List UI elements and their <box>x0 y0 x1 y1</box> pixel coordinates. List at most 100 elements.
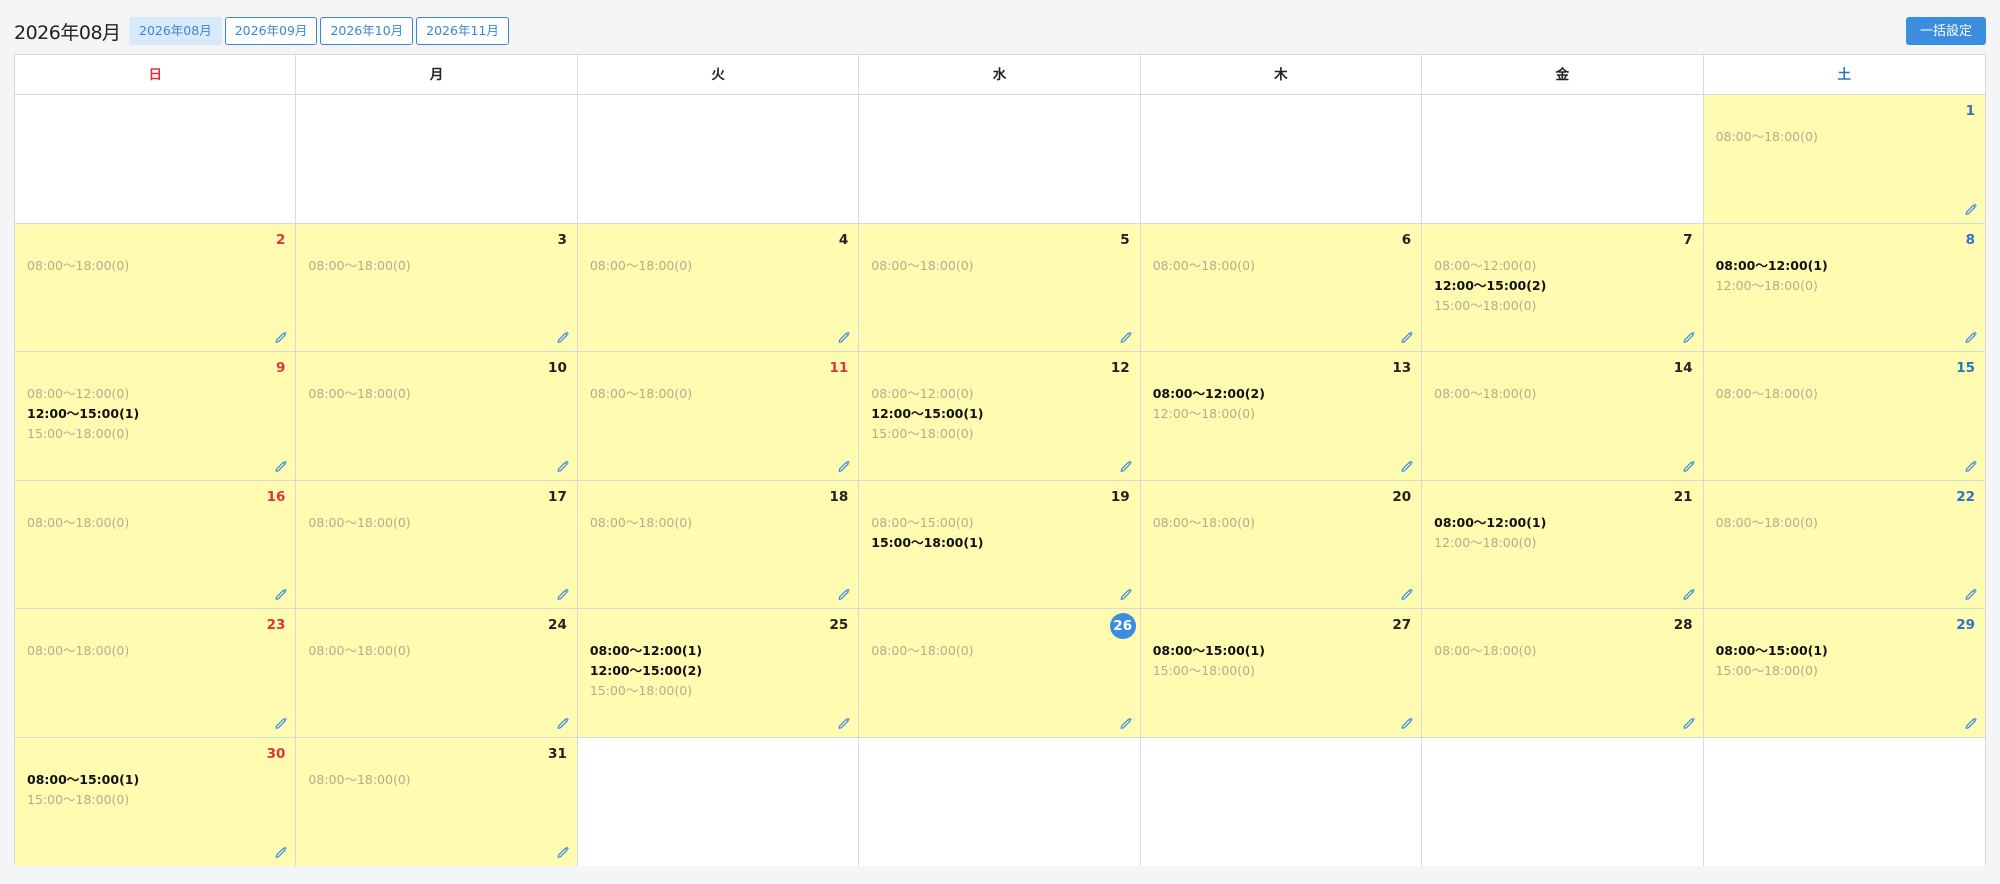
time-slot-list: 08:00〜12:00(1) 12:00〜18:00(0) <box>1434 513 1546 553</box>
pencil-icon[interactable] <box>274 716 288 730</box>
time-slot: 08:00〜18:00(0) <box>308 643 411 658</box>
time-slot: 08:00〜18:00(0) <box>1152 257 1255 273</box>
month-calendar: 日 月 火 水 木 金 土 1 08:00〜18:00(0) 2 08:00〜18:0… <box>14 54 1986 866</box>
day-cell[interactable]: 31 08:00〜18:00(0) <box>296 737 578 866</box>
day-cell[interactable]: 16 08:00〜18:00(0) <box>15 480 297 609</box>
pencil-icon[interactable] <box>1682 716 1696 730</box>
pencil-icon[interactable] <box>1682 587 1696 601</box>
pencil-icon[interactable] <box>1119 587 1133 601</box>
month-tab-2026-08[interactable]: 2026年08月 <box>129 17 222 45</box>
time-slot: 08:00〜18:00(0) <box>27 514 130 530</box>
day-number: 24 <box>548 617 567 633</box>
time-slot-list: 08:00〜15:00(1) 15:00〜18:00(0) <box>27 770 139 810</box>
month-tab-2026-09[interactable]: 2026年09月 <box>224 17 318 45</box>
empty-cell <box>15 95 297 224</box>
bulk-settings-button[interactable]: 一括設定 <box>1905 17 1986 45</box>
pencil-icon[interactable] <box>274 587 288 601</box>
day-number: 25 <box>829 617 849 633</box>
day-number: 28 <box>1673 617 1693 633</box>
pencil-icon[interactable] <box>1400 587 1414 601</box>
day-cell[interactable]: 25 08:00〜12:00(1) 12:00〜15:00(2) 15:00〜18:0… <box>577 609 860 738</box>
day-cell[interactable]: 11 08:00〜18:00(0) <box>577 352 860 481</box>
day-cell[interactable]: 15 08:00〜18:00(0) <box>1703 352 1985 481</box>
pencil-icon[interactable] <box>837 716 851 730</box>
time-slot-booked: 12:00〜15:00(2) <box>1434 277 1547 293</box>
day-cell[interactable]: 22 08:00〜18:00(0) <box>1703 480 1985 609</box>
pencil-icon[interactable] <box>556 330 570 344</box>
pencil-icon[interactable] <box>1119 459 1133 473</box>
day-cell[interactable]: 20 08:00〜18:00(0) <box>1140 480 1423 609</box>
time-slot: 08:00〜18:00(0) <box>308 771 411 787</box>
pencil-icon[interactable] <box>837 459 851 473</box>
day-cell[interactable]: 30 08:00〜15:00(1) 15:00〜18:00(0) <box>15 737 297 866</box>
day-cell[interactable]: 24 08:00〜18:00(0) <box>296 609 578 738</box>
pencil-icon[interactable] <box>556 716 570 730</box>
pencil-icon[interactable] <box>1682 330 1696 344</box>
day-cell[interactable]: 13 08:00〜12:00(2) 12:00〜18:00(0) <box>1140 352 1423 481</box>
day-cell[interactable]: 2 08:00〜18:00(0) <box>15 223 297 352</box>
pencil-icon[interactable] <box>556 845 570 859</box>
pencil-icon[interactable] <box>1682 459 1696 473</box>
day-cell[interactable]: 9 08:00〜12:00(0) 12:00〜15:00(1) 15:00〜18:00… <box>15 352 297 481</box>
day-number: 13 <box>1392 360 1412 376</box>
day-cell[interactable]: 8 08:00〜12:00(1) 12:00〜18:00(0) <box>1703 223 1985 352</box>
day-number: 27 <box>1392 617 1412 633</box>
day-cell[interactable]: 10 08:00〜18:00(0) <box>296 352 578 481</box>
time-slot: 08:00〜15:00(0) <box>871 514 974 530</box>
time-slot: 08:00〜18:00(0) <box>589 386 693 401</box>
day-cell[interactable]: 14 08:00〜18:00(0) <box>1422 352 1704 481</box>
day-cell[interactable]: 1 08:00〜18:00(0) <box>1703 95 1985 224</box>
time-slot: 08:00〜18:00(0) <box>1434 386 1537 401</box>
day-cell[interactable]: 4 08:00〜18:00(0) <box>577 223 860 352</box>
pencil-icon[interactable] <box>1964 587 1978 601</box>
empty-cell <box>1422 95 1704 224</box>
day-number: 20 <box>1392 488 1412 505</box>
pencil-icon[interactable] <box>837 330 851 344</box>
day-cell[interactable]: 26 08:00〜18:00(0) <box>859 609 1141 738</box>
pencil-icon[interactable] <box>837 587 851 601</box>
day-cell[interactable]: 5 08:00〜18:00(0) <box>859 223 1141 352</box>
month-tab-2026-10[interactable]: 2026年10月 <box>320 17 414 45</box>
weekday-thursday: 木 <box>1141 55 1423 95</box>
day-number: 2 <box>276 231 286 248</box>
pencil-icon[interactable] <box>1400 330 1414 344</box>
day-cell[interactable]: 17 08:00〜18:00(0) <box>296 480 578 609</box>
day-cell[interactable]: 27 08:00〜15:00(1) 15:00〜18:00(0) <box>1140 609 1423 738</box>
time-slot-list: 08:00〜12:00(0) 12:00〜15:00(2) 15:00〜18:00(… <box>1434 256 1546 316</box>
pencil-icon[interactable] <box>1400 459 1414 473</box>
time-slot: 15:00〜18:00(0) <box>589 683 693 698</box>
time-slot-list: 08:00〜18:00(0) <box>308 256 410 276</box>
pencil-icon[interactable] <box>1964 716 1978 730</box>
pencil-icon[interactable] <box>556 587 570 601</box>
pencil-icon[interactable] <box>1964 459 1978 473</box>
time-slot-list: 08:00〜18:00(0) <box>1434 384 1536 404</box>
pencil-icon[interactable] <box>1964 202 1978 216</box>
day-cell[interactable]: 19 08:00〜15:00(0) 15:00〜18:00(1) <box>859 480 1141 609</box>
time-slot-list: 08:00〜18:00(0) <box>871 256 973 276</box>
day-cell[interactable]: 18 08:00〜18:00(0) <box>577 480 860 609</box>
time-slot: 15:00〜18:00(0) <box>871 426 974 441</box>
pencil-icon[interactable] <box>1400 716 1414 730</box>
day-cell[interactable]: 12 08:00〜12:00(0) 12:00〜15:00(1) 15:00〜18:0… <box>859 352 1141 481</box>
month-tab-2026-11[interactable]: 2026年11月 <box>416 17 509 45</box>
day-cell[interactable]: 3 08:00〜18:00(0) <box>296 223 578 352</box>
day-cell[interactable]: 28 08:00〜18:00(0) <box>1422 609 1704 738</box>
pencil-icon[interactable] <box>274 845 288 859</box>
time-slot-list: 08:00〜18:00(0) <box>27 513 129 533</box>
pencil-icon[interactable] <box>1964 330 1978 344</box>
day-cell[interactable]: 29 08:00〜15:00(1) 15:00〜18:00(0) <box>1703 609 1985 738</box>
day-number: 18 <box>829 488 849 505</box>
day-cell[interactable]: 23 08:00〜18:00(0) <box>15 609 297 738</box>
pencil-icon[interactable] <box>274 330 288 344</box>
empty-cell <box>1703 737 1985 866</box>
time-slot: 08:00〜18:00(0) <box>589 514 693 530</box>
weekday-tuesday: 火 <box>578 55 860 95</box>
day-cell[interactable]: 21 08:00〜12:00(1) 12:00〜18:00(0) <box>1422 480 1704 609</box>
pencil-icon[interactable] <box>274 459 288 473</box>
time-slot: 12:00〜18:00(0) <box>1152 406 1255 421</box>
pencil-icon[interactable] <box>556 459 570 473</box>
day-cell[interactable]: 7 08:00〜12:00(0) 12:00〜15:00(2) 15:00〜18:00… <box>1422 223 1704 352</box>
pencil-icon[interactable] <box>1119 716 1133 730</box>
day-cell[interactable]: 6 08:00〜18:00(0) <box>1140 223 1423 352</box>
pencil-icon[interactable] <box>1119 330 1133 344</box>
